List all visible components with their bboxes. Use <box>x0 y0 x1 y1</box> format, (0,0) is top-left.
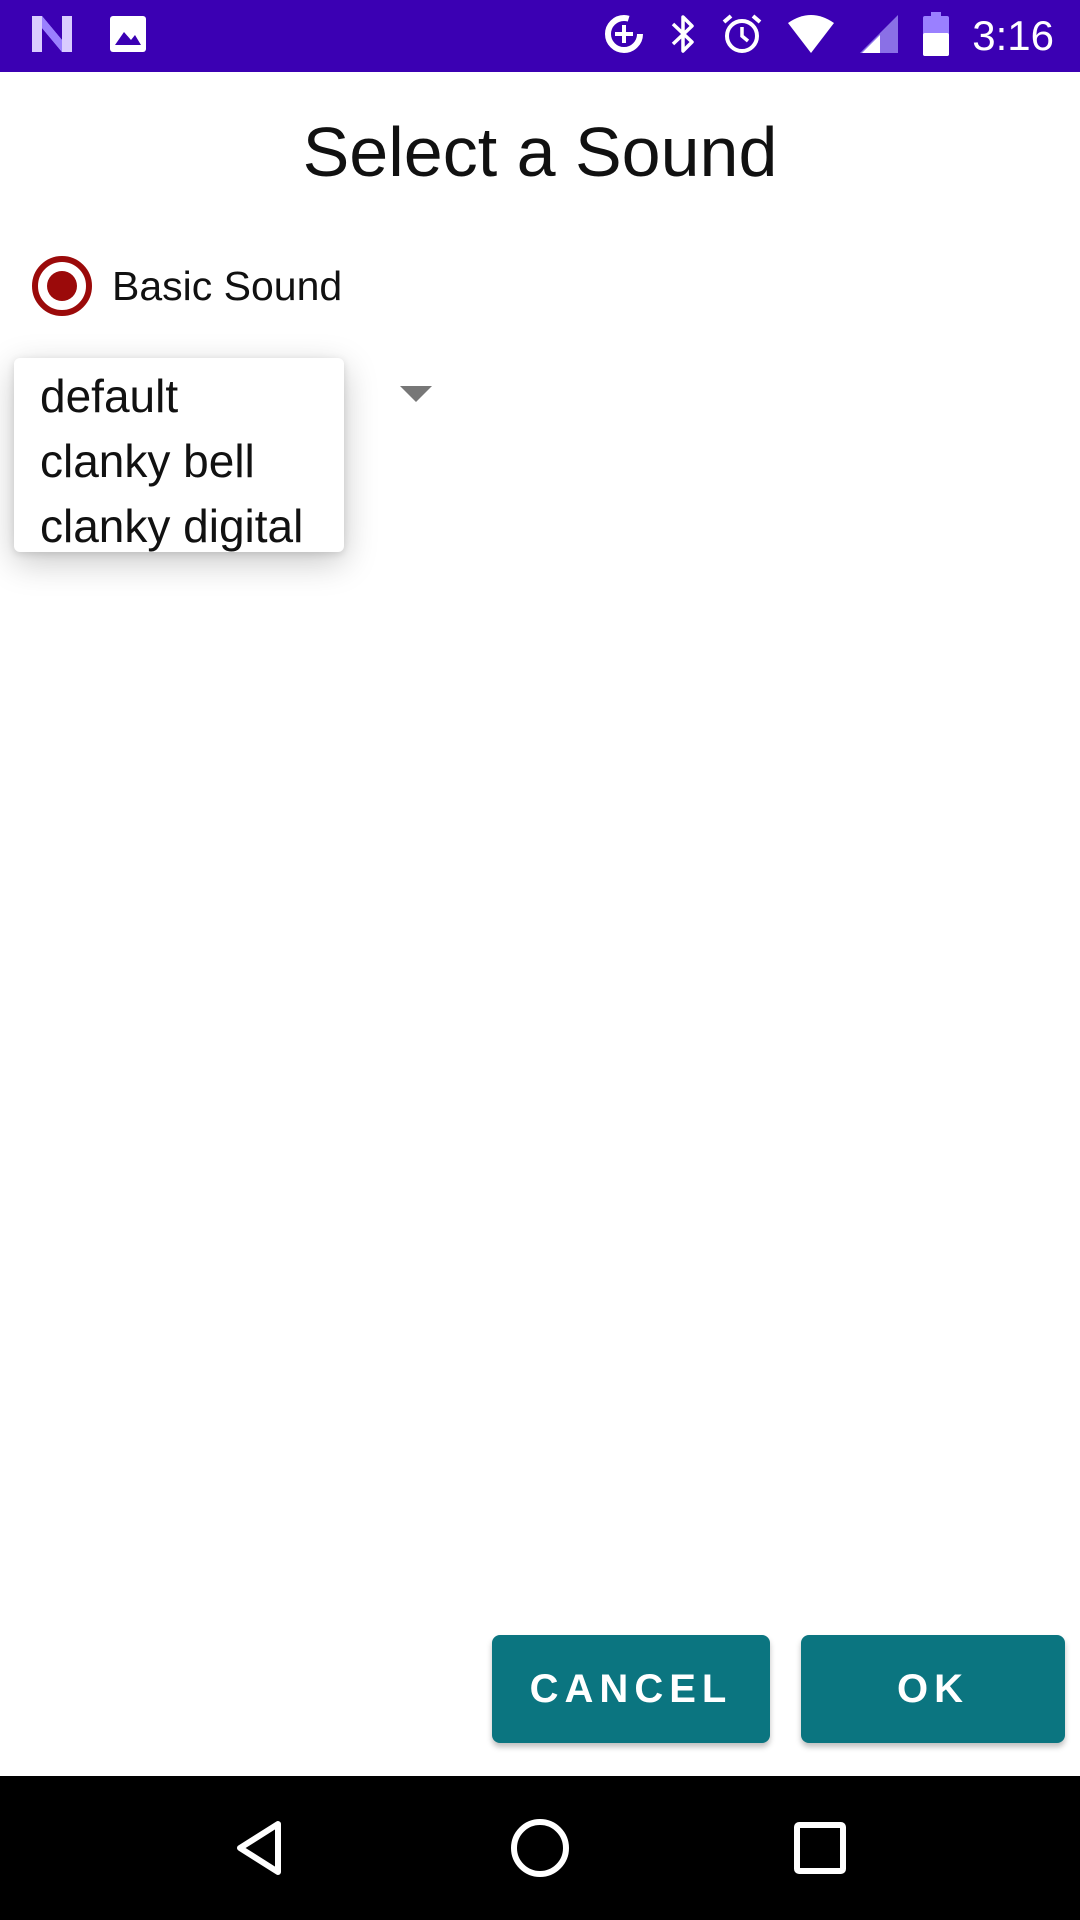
dialog-title: Select a Sound <box>302 113 778 191</box>
home-icon[interactable] <box>495 1803 585 1893</box>
battery-icon <box>922 11 950 62</box>
signal-icon <box>858 13 900 60</box>
dropdown-item-clanky-digital[interactable]: clanky digital <box>14 494 344 559</box>
n-logo-icon <box>30 14 74 59</box>
dropdown-item-clanky-bell[interactable]: clanky bell <box>14 429 344 494</box>
back-icon[interactable] <box>215 1803 305 1893</box>
basic-sound-radio[interactable]: Basic Sound <box>32 254 342 318</box>
ok-button[interactable]: OK <box>801 1635 1065 1743</box>
image-icon <box>108 14 148 59</box>
alarm-icon <box>720 12 764 61</box>
radio-label: Basic Sound <box>112 262 343 309</box>
sound-dropdown-popup: default clanky bell clanky digital <box>14 358 344 552</box>
recents-icon[interactable] <box>775 1803 865 1893</box>
status-right: 3:16 <box>580 11 1054 62</box>
status-left <box>30 14 182 59</box>
navigation-bar <box>0 1776 1080 1920</box>
radio-dot <box>47 271 77 301</box>
status-time: 3:16 <box>972 12 1054 59</box>
spinner-arrow-icon[interactable] <box>400 386 432 402</box>
status-bar: 3:16 <box>0 0 1080 72</box>
radio-button[interactable] <box>32 256 92 316</box>
cancel-button[interactable]: CANCEL <box>492 1635 770 1743</box>
wifi-icon <box>786 13 836 60</box>
dropdown-item-default[interactable]: default <box>14 364 344 429</box>
data-saver-icon <box>602 12 646 61</box>
bluetooth-icon <box>668 12 698 61</box>
